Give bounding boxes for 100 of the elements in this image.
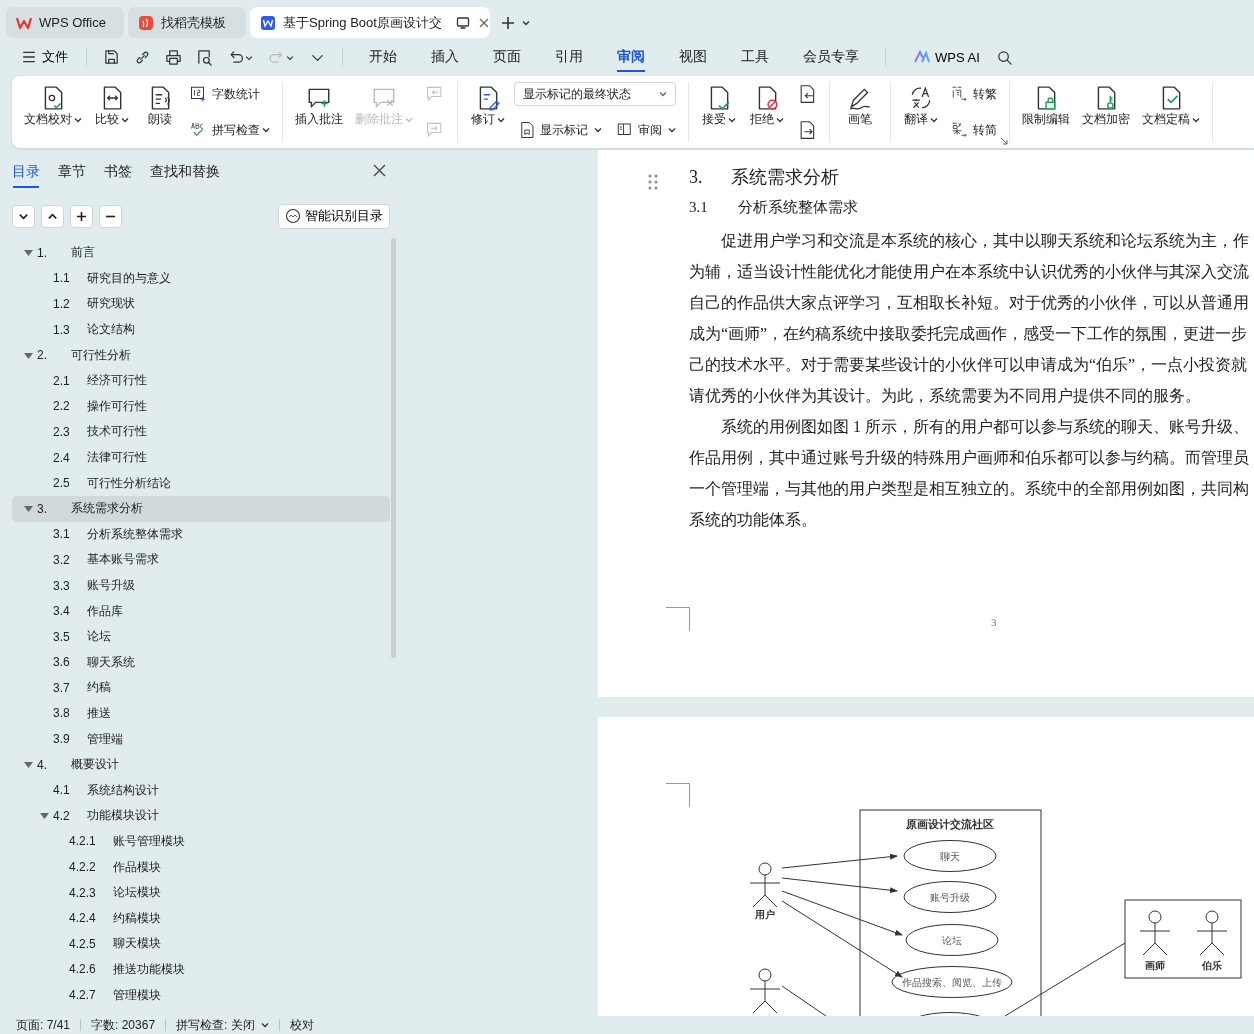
outline-item[interactable]: 4.2.5 聊天模块 <box>12 931 390 957</box>
outline-item[interactable]: 1.3 论文结构 <box>12 316 390 343</box>
save-icon[interactable] <box>103 48 120 66</box>
outline-item[interactable]: 1.2 研究现状 <box>12 291 390 317</box>
menu-tab[interactable]: 审阅 <box>603 42 659 72</box>
paragraph-line: 作品用例，其中通过账号升级的特殊用户画师和伯乐都可以参与约稿。而管理员 <box>689 448 1250 468</box>
outline-tool-button[interactable] <box>41 204 64 228</box>
outline-item[interactable]: 1.1 研究目的与意义 <box>12 265 390 292</box>
outline-item[interactable]: 2.4 法律可行性 <box>12 444 390 471</box>
new-tab-icon[interactable] <box>500 14 516 31</box>
outline-item[interactable]: 3. 系统需求分析 <box>12 495 390 522</box>
outline-item[interactable]: 3.4 作品库 <box>12 598 390 624</box>
expanded-arrow-icon <box>24 248 33 258</box>
panel-tab[interactable]: 目录 <box>12 157 40 187</box>
toolbar-button[interactable]: 文档定稿 <box>1138 82 1204 131</box>
use-case-label: 账号升级 <box>930 892 970 903</box>
menu-tab[interactable]: 开始 <box>355 42 411 72</box>
link-icon[interactable] <box>134 48 151 66</box>
status-item[interactable]: 页面: 7/41 <box>16 1016 81 1034</box>
outline-item[interactable]: 4.2.4 约稿模块 <box>12 905 390 932</box>
panel-tab[interactable]: 书签 <box>104 157 132 187</box>
outline-item[interactable]: 3.8 推送 <box>12 700 390 727</box>
outline-item[interactable]: 4.2.3 论坛模块 <box>12 879 390 906</box>
caret-icon <box>74 115 82 124</box>
outline-item[interactable]: 3.5 论坛 <box>12 623 390 650</box>
toolbar-button[interactable]: 插入批注 <box>291 82 347 131</box>
outline-item[interactable]: 4.2.7 管理模块 <box>12 982 390 1008</box>
menu-tab[interactable]: 工具 <box>727 42 783 72</box>
outline-item[interactable]: 2.2 操作可行性 <box>12 393 390 420</box>
markup-dropdown[interactable]: 显示标记的最终状态 <box>514 82 676 106</box>
outline-tool-button[interactable] <box>12 204 35 228</box>
menu-tab[interactable]: 页面 <box>479 42 535 72</box>
toolbar-button[interactable]: 字数统计 <box>186 82 274 106</box>
menu-tab[interactable]: 引用 <box>541 42 597 72</box>
outline-item[interactable]: 3.6 聊天系统 <box>12 649 390 676</box>
status-item[interactable]: 拼写检查: 关闭 <box>176 1016 279 1034</box>
caret-icon <box>930 115 938 124</box>
outline-tool-button[interactable] <box>70 204 93 228</box>
drag-handle-icon[interactable] <box>648 174 658 190</box>
search-icon[interactable] <box>995 48 1013 66</box>
close-icon[interactable] <box>373 164 386 177</box>
outline-item[interactable]: 4.2.2 作品模块 <box>12 854 390 880</box>
use-case-label: 作品搜索、阅览、上传 <box>902 977 1002 988</box>
outline-item[interactable]: 2.3 技术可行性 <box>12 419 390 445</box>
toolbar-button[interactable]: 画笔 <box>838 82 882 131</box>
outline-item[interactable]: 4. 概要设计 <box>12 751 390 778</box>
outline-item[interactable]: 4.2.1 账号管理模块 <box>12 828 390 855</box>
file-menu[interactable]: 文件 <box>16 44 74 70</box>
toolbar-button[interactable]: 文档校对 <box>20 82 86 131</box>
outline-item[interactable]: 4.1 系统结构设计 <box>12 777 390 804</box>
toolbar-button[interactable]: 接受 <box>697 82 741 131</box>
word-count-icon <box>190 85 208 103</box>
status-item[interactable]: 字数: 20367 <box>91 1016 166 1034</box>
app-tab[interactable]: 基于Spring Boot原画设计交 <box>250 7 490 38</box>
outline-item[interactable]: 2.1 经济可行性 <box>12 367 390 394</box>
toolbar-button[interactable]: 显示标记 <box>514 118 606 142</box>
outline-item[interactable]: 4.2.6 推送功能模块 <box>12 956 390 983</box>
dialog-launcher-icon[interactable] <box>1000 137 1008 145</box>
outline-item[interactable]: 3.9 管理端 <box>12 726 390 752</box>
expanded-arrow-icon <box>24 504 33 514</box>
outline-item[interactable]: 3.3 账号升级 <box>12 572 390 599</box>
toolbar-button[interactable]: 转简 <box>947 118 1001 142</box>
toolbar-button[interactable]: 翻译 <box>899 82 943 131</box>
caret-icon <box>262 126 270 134</box>
toolbar-button[interactable]: 拼写检查 <box>186 118 274 142</box>
panel-tab[interactable]: 章节 <box>58 157 86 187</box>
toolbar-button[interactable]: 文档加密 <box>1078 82 1134 131</box>
print-preview-icon[interactable] <box>196 48 213 66</box>
smart-toc-button[interactable]: 智能识别目录 <box>278 203 390 229</box>
toolbar-button[interactable]: 拒绝 <box>745 82 789 131</box>
menu-tab[interactable]: 视图 <box>665 42 721 72</box>
menu-tab[interactable]: 插入 <box>417 42 473 72</box>
actor-figure <box>749 968 781 1014</box>
toolbar-button[interactable]: 限制编辑 <box>1018 82 1074 131</box>
toolbar-button[interactable]: 比较 <box>90 82 134 131</box>
outline-item[interactable]: 1. 前言 <box>12 240 390 266</box>
outline-item[interactable]: 3.1 分析系统整体需求 <box>12 521 390 548</box>
app-tab[interactable]: WPS Office <box>6 7 124 38</box>
ai-button[interactable]: WPS AI <box>908 48 986 66</box>
menu-tab[interactable]: 会员专享 <box>789 42 873 72</box>
outline-item[interactable]: 2. 可行性分析 <box>12 342 390 368</box>
heading-number: 3. <box>689 166 703 188</box>
outline-item[interactable]: 4.2 功能模块设计 <box>12 803 390 829</box>
caret-icon[interactable] <box>522 18 530 27</box>
app-tab[interactable]: 找稻壳模板 <box>128 7 246 38</box>
scrollbar-thumb[interactable] <box>391 238 396 658</box>
panel-tab[interactable]: 查找和替换 <box>150 157 220 187</box>
undo-icon[interactable] <box>227 48 254 66</box>
expand-up-icon <box>47 210 58 222</box>
diagram-title: 原画设计交流社区 <box>906 818 994 830</box>
status-item[interactable]: 校对 <box>289 1016 324 1034</box>
paragraph-line: 系统的用例图如图 1 所示，所有的用户都可以参与系统的聊天、账号升级、 <box>720 417 1250 437</box>
outline-item[interactable]: 3.7 约稿 <box>12 675 390 701</box>
print-icon[interactable] <box>165 48 182 66</box>
toolbar-button[interactable]: 审阅 <box>612 118 680 142</box>
toolbar-button[interactable]: 转繁 <box>947 82 1001 106</box>
toolbar-button[interactable]: 朗读 <box>138 82 182 131</box>
toolbar-button[interactable]: 修订 <box>466 82 510 131</box>
outline-item[interactable]: 3.2 基本账号需求 <box>12 547 390 573</box>
outline-item[interactable]: 2.5 可行性分析结论 <box>12 470 390 496</box>
